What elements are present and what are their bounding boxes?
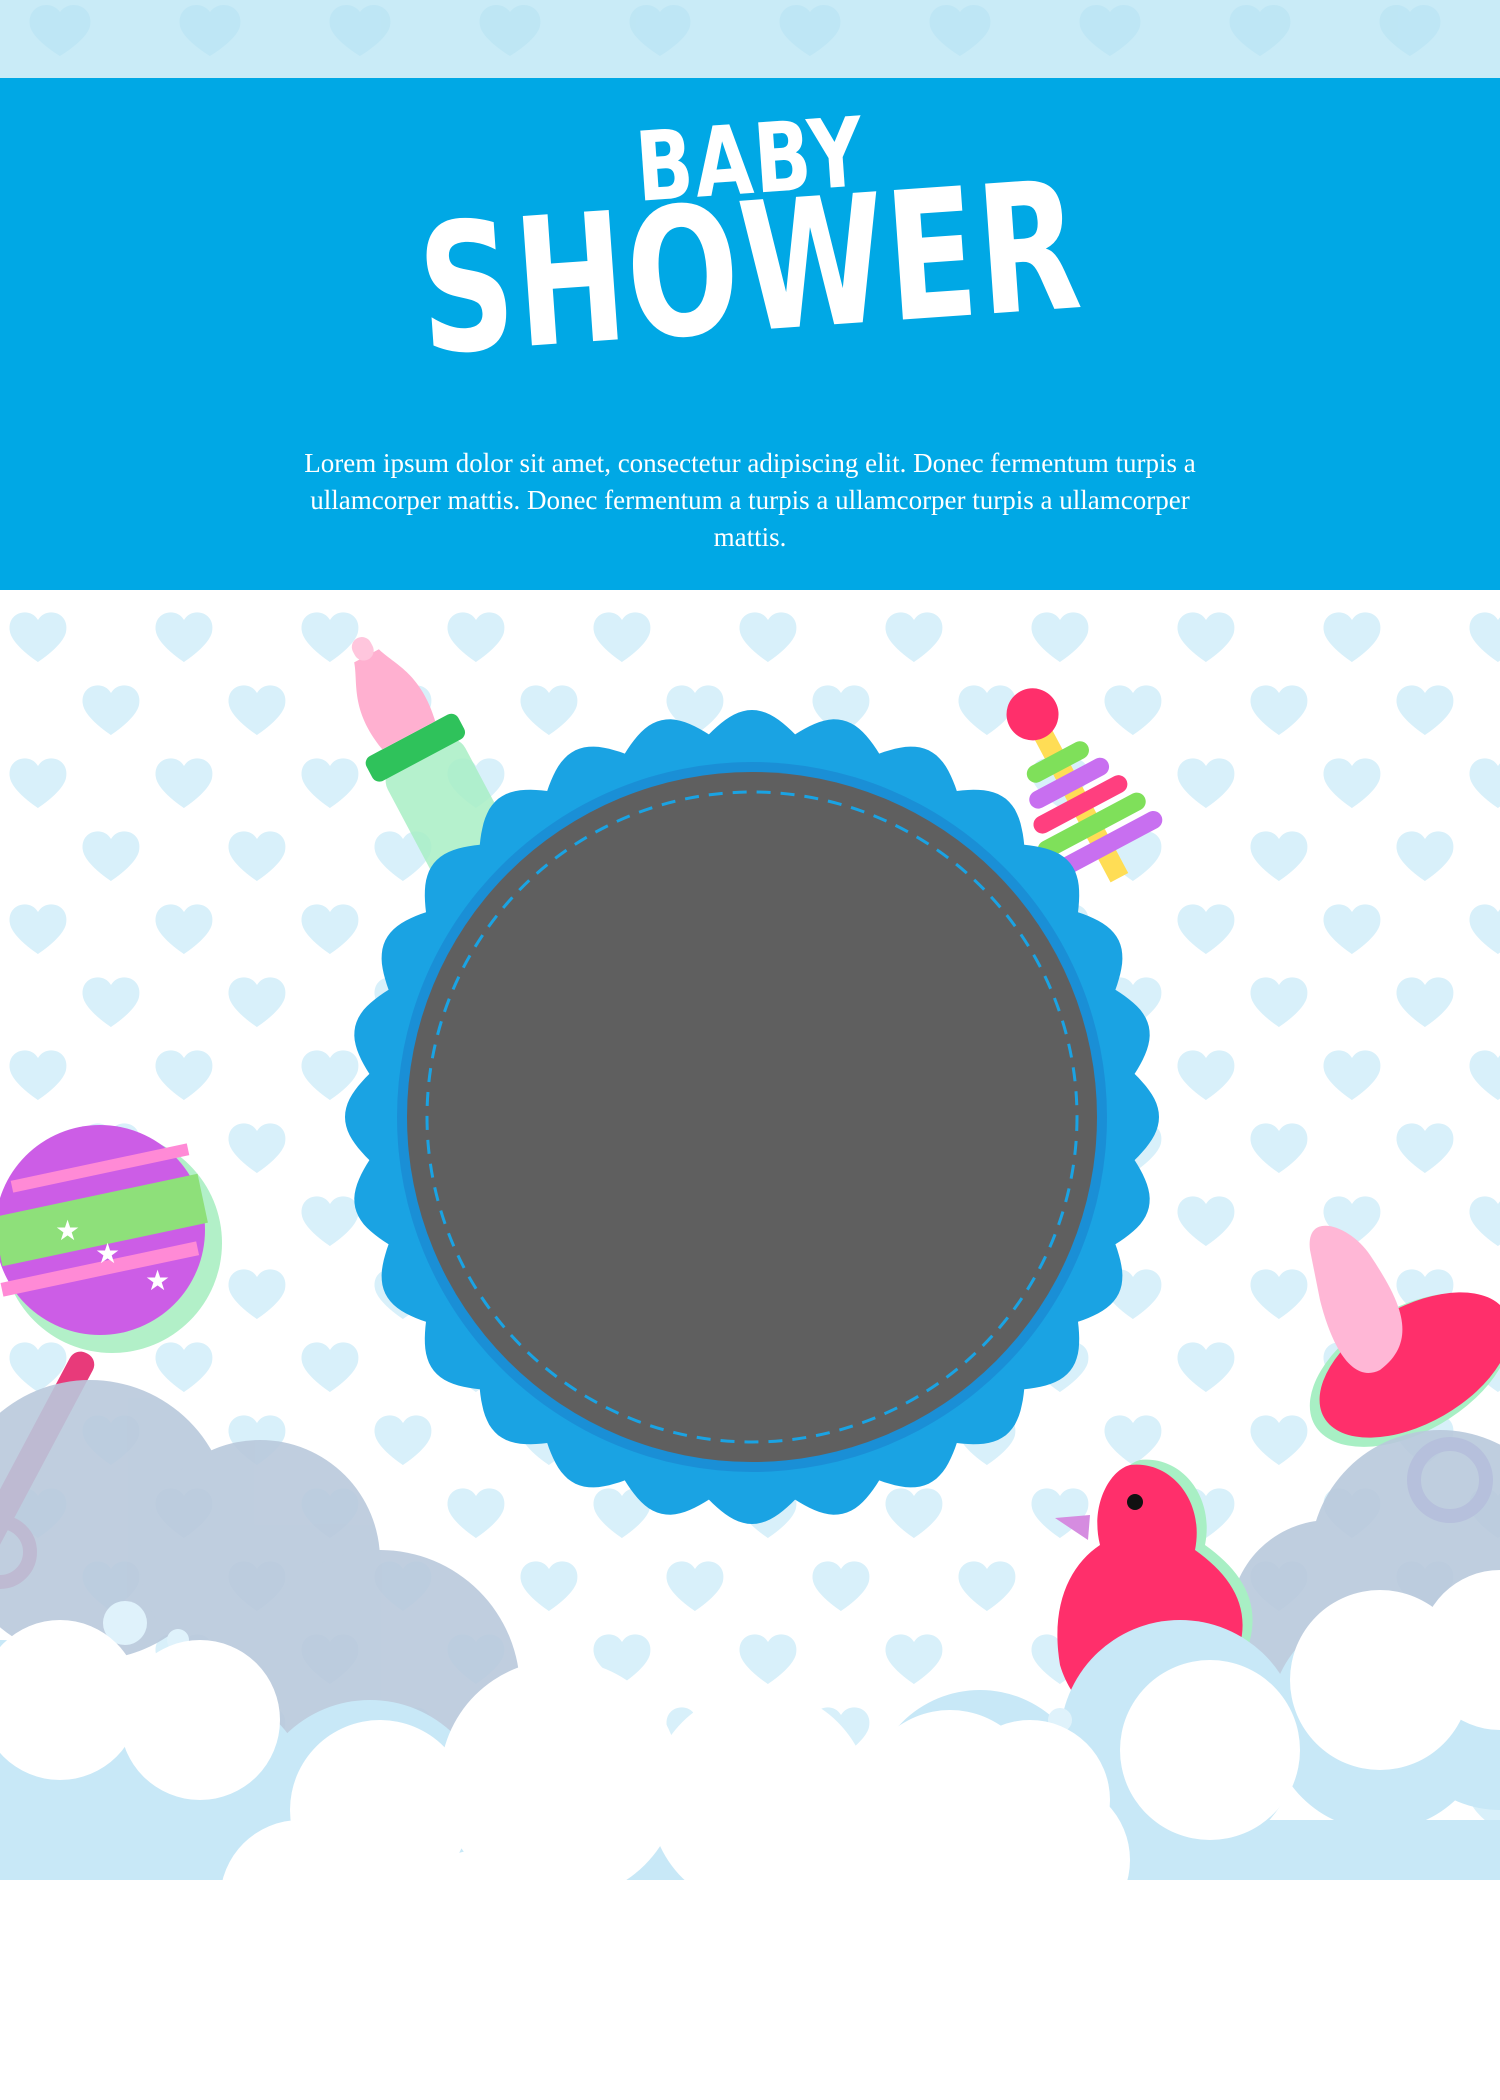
heart-pattern-background — [0, 590, 1500, 2100]
heart-pattern — [0, 590, 1500, 2100]
heart-icon — [629, 4, 691, 56]
heart-icon — [29, 4, 91, 56]
heart-icon — [1379, 4, 1441, 56]
invitation-card: BABY SHOWER Lorem ipsum dolor sit amet, … — [0, 0, 1500, 2100]
heart-icon — [779, 4, 841, 56]
heart-icon — [929, 4, 991, 56]
heart-icon — [179, 4, 241, 56]
top-pattern-strip — [0, 0, 1500, 78]
top-heart-pattern — [29, 4, 1441, 56]
heart-icon — [479, 4, 541, 56]
heart-icon — [1229, 4, 1291, 56]
heart-icon — [1079, 4, 1141, 56]
description-text: Lorem ipsum dolor sit amet, consectetur … — [304, 448, 1196, 552]
heart-icon — [329, 4, 391, 56]
